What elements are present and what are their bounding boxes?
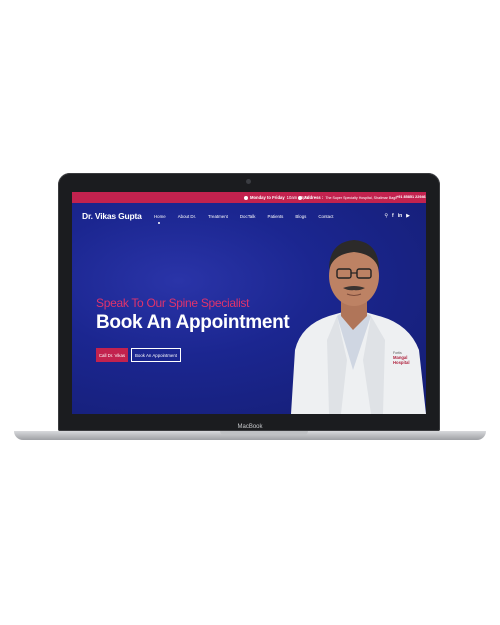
nav-item-blogs[interactable]: Blogs [295,214,306,219]
doctor-photo: Fortis Mangal Hospital [291,240,426,414]
device-label: MacBook [237,424,263,430]
linkedin-icon[interactable]: in [398,213,402,219]
nav-item-doctalk[interactable]: DocTalk [240,214,256,219]
phone-text[interactable]: +91 85851 22946 [396,195,426,199]
clock-icon [244,195,248,200]
location-icon [298,195,302,200]
nav-item-contact[interactable]: Contact [318,214,333,219]
nav-item-patients[interactable]: Patients [268,214,284,219]
hours-label: Monday to Friday [250,195,285,200]
nav-item-about[interactable]: About Dr. [178,214,196,219]
site-logo[interactable]: Dr. Vikas Gupta [82,211,142,221]
laptop-lid: Monday to Friday 10am - 6pm Address : Th… [58,173,440,431]
header-icons: ⚲ f in ▶ [384,213,410,219]
address-value: The Super Specialty Hospital, Shalimar B… [325,195,398,200]
address-info: Address : The Super Specialty Hospital, … [298,195,397,200]
facebook-icon[interactable]: f [392,213,394,219]
address-label: Address : [304,195,324,200]
nav-menu: Home About Dr. Treatment DocTalk Patient… [154,214,346,224]
phone-number[interactable]: +91 85851 22946 [396,195,426,199]
youtube-icon[interactable]: ▶ [406,213,410,219]
nav-item-home[interactable]: Home [154,214,166,224]
search-icon[interactable]: ⚲ [384,213,388,219]
camera-icon [246,179,251,184]
top-info-bar: Monday to Friday 10am - 6pm Address : Th… [72,192,426,203]
laptop-base [14,431,486,440]
coat-logo-line3: Hospital [393,360,410,365]
book-appointment-button[interactable]: Book An Appointment [131,348,181,362]
laptop-notch [220,431,308,435]
website-screen: Monday to Friday 10am - 6pm Address : Th… [72,192,426,414]
hero-title: Book An Appointment [96,312,290,333]
laptop-mockup: Monday to Friday 10am - 6pm Address : Th… [0,0,500,625]
hero-subtitle: Speak To Our Spine Specialist [96,296,250,310]
nav-item-treatment[interactable]: Treatment [208,214,228,219]
call-doctor-button[interactable]: Call Dr. Vikas [96,348,128,362]
